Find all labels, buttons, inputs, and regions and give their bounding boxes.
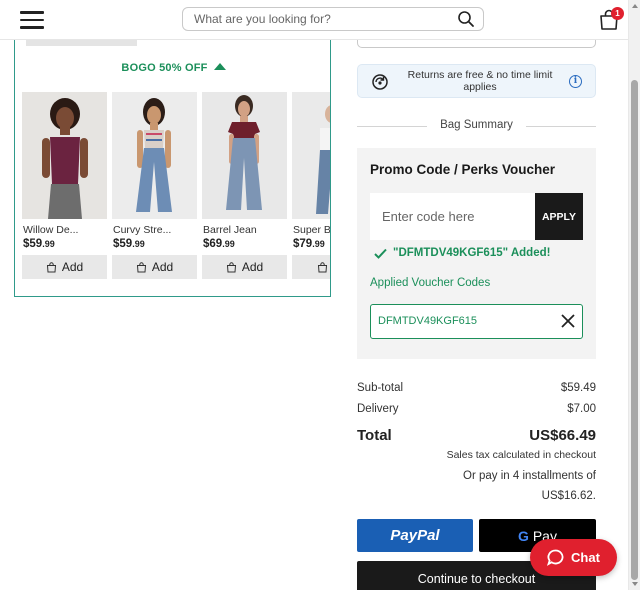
applied-vouchers-title: Applied Voucher Codes [370, 277, 491, 289]
search-bar[interactable] [182, 7, 484, 31]
chat-bubble-icon [547, 549, 564, 566]
product-image[interactable] [202, 92, 287, 219]
total-value: US$66.49 [529, 427, 596, 444]
product-carousel[interactable]: Willow De... $59.99 Add Curvy Stre... $5… [22, 92, 330, 292]
info-icon[interactable]: i [569, 75, 582, 88]
add-to-bag-button[interactable]: Add [202, 255, 287, 279]
promo-code-section: Promo Code / Perks Voucher APPLY "DFMTDV… [357, 148, 596, 359]
scroll-down-arrow-icon[interactable] [632, 582, 638, 586]
product-name[interactable]: Super B [292, 224, 330, 236]
product-card[interactable]: Willow De... $59.99 Add [22, 92, 107, 279]
product-card[interactable]: Curvy Stre... $59.99 Add [112, 92, 197, 279]
paypal-button[interactable]: PayPal [357, 519, 473, 552]
product-name[interactable]: Barrel Jean [202, 224, 287, 236]
subtotal-label: Sub-total [357, 382, 404, 394]
bag-summary-title: Bag Summary [440, 119, 513, 131]
added-text: "DFMTDV49KGF615" Added! [393, 247, 551, 259]
returns-icon [372, 74, 388, 90]
chat-label: Chat [571, 550, 600, 565]
applied-voucher-chip: DFMTDV49KGF615 [370, 304, 583, 339]
divider [526, 126, 596, 127]
product-price: $59.99 [23, 238, 55, 250]
add-label: Add [241, 260, 264, 274]
voucher-code: DFMTDV49KGF615 [378, 315, 478, 327]
bogo-toggle[interactable]: BOGO 50% OFF [15, 62, 330, 74]
placeholder-bar [26, 40, 137, 46]
total-label: Total [357, 427, 392, 444]
promo-code-input[interactable] [370, 193, 536, 240]
bag-count-badge: 1 [611, 7, 624, 20]
previous-field-bottom [357, 40, 596, 48]
returns-text: Returns are free & no time limit applies [407, 69, 553, 93]
remove-voucher-close-icon[interactable] [559, 312, 577, 330]
bogo-label: BOGO 50% OFF [121, 62, 208, 74]
search-icon[interactable] [457, 10, 475, 28]
product-name[interactable]: Willow De... [22, 224, 107, 236]
add-to-bag-button[interactable]: Add [22, 255, 107, 279]
apply-button[interactable]: APPLY [535, 193, 583, 240]
google-g-logo: G [518, 527, 529, 544]
tax-note: Sales tax calculated in checkout [446, 449, 596, 461]
scrollbar-thumb[interactable] [631, 80, 638, 580]
search-input[interactable] [183, 8, 443, 30]
product-card[interactable]: Barrel Jean $69.99 Add [202, 92, 287, 279]
promo-title: Promo Code / Perks Voucher [370, 162, 556, 177]
add-to-bag-button[interactable] [292, 255, 330, 279]
bag-icon [317, 261, 328, 272]
product-image[interactable] [112, 92, 197, 219]
top-header: 1 [0, 0, 628, 40]
product-image[interactable] [22, 92, 107, 219]
product-price: $79.99 [293, 238, 325, 250]
installments-note: Or pay in 4 installments of US$16.62. [463, 470, 596, 502]
delivery-value: $7.00 [567, 403, 596, 415]
chat-button[interactable]: Chat [530, 539, 617, 576]
code-added-message: "DFMTDV49KGF615" Added! [374, 247, 550, 259]
product-name[interactable]: Curvy Stre... [112, 224, 197, 236]
product-card[interactable]: Super B $79.99 [292, 92, 330, 279]
add-label: Add [61, 260, 84, 274]
scroll-up-arrow-icon[interactable] [632, 4, 638, 8]
product-image[interactable] [292, 92, 330, 219]
add-to-bag-button[interactable]: Add [112, 255, 197, 279]
bag-icon [46, 261, 56, 272]
caret-up-icon [213, 63, 226, 70]
checkmark-icon [374, 248, 387, 259]
hamburger-menu-icon[interactable] [20, 11, 44, 29]
page-scrollbar[interactable] [628, 0, 640, 590]
returns-notice: Returns are free & no time limit applies… [357, 64, 596, 98]
delivery-label: Delivery [357, 403, 399, 415]
add-label: Add [151, 260, 174, 274]
product-price: $59.99 [113, 238, 145, 250]
bag-icon [136, 261, 146, 272]
bag-icon [226, 261, 236, 272]
bogo-recommendations-panel: BOGO 50% OFF Willow De... $59.99 Add Cur… [14, 40, 331, 297]
product-price: $69.99 [203, 238, 235, 250]
subtotal-value: $59.49 [560, 382, 596, 394]
bag-summary-heading: Bag Summary [357, 118, 596, 134]
